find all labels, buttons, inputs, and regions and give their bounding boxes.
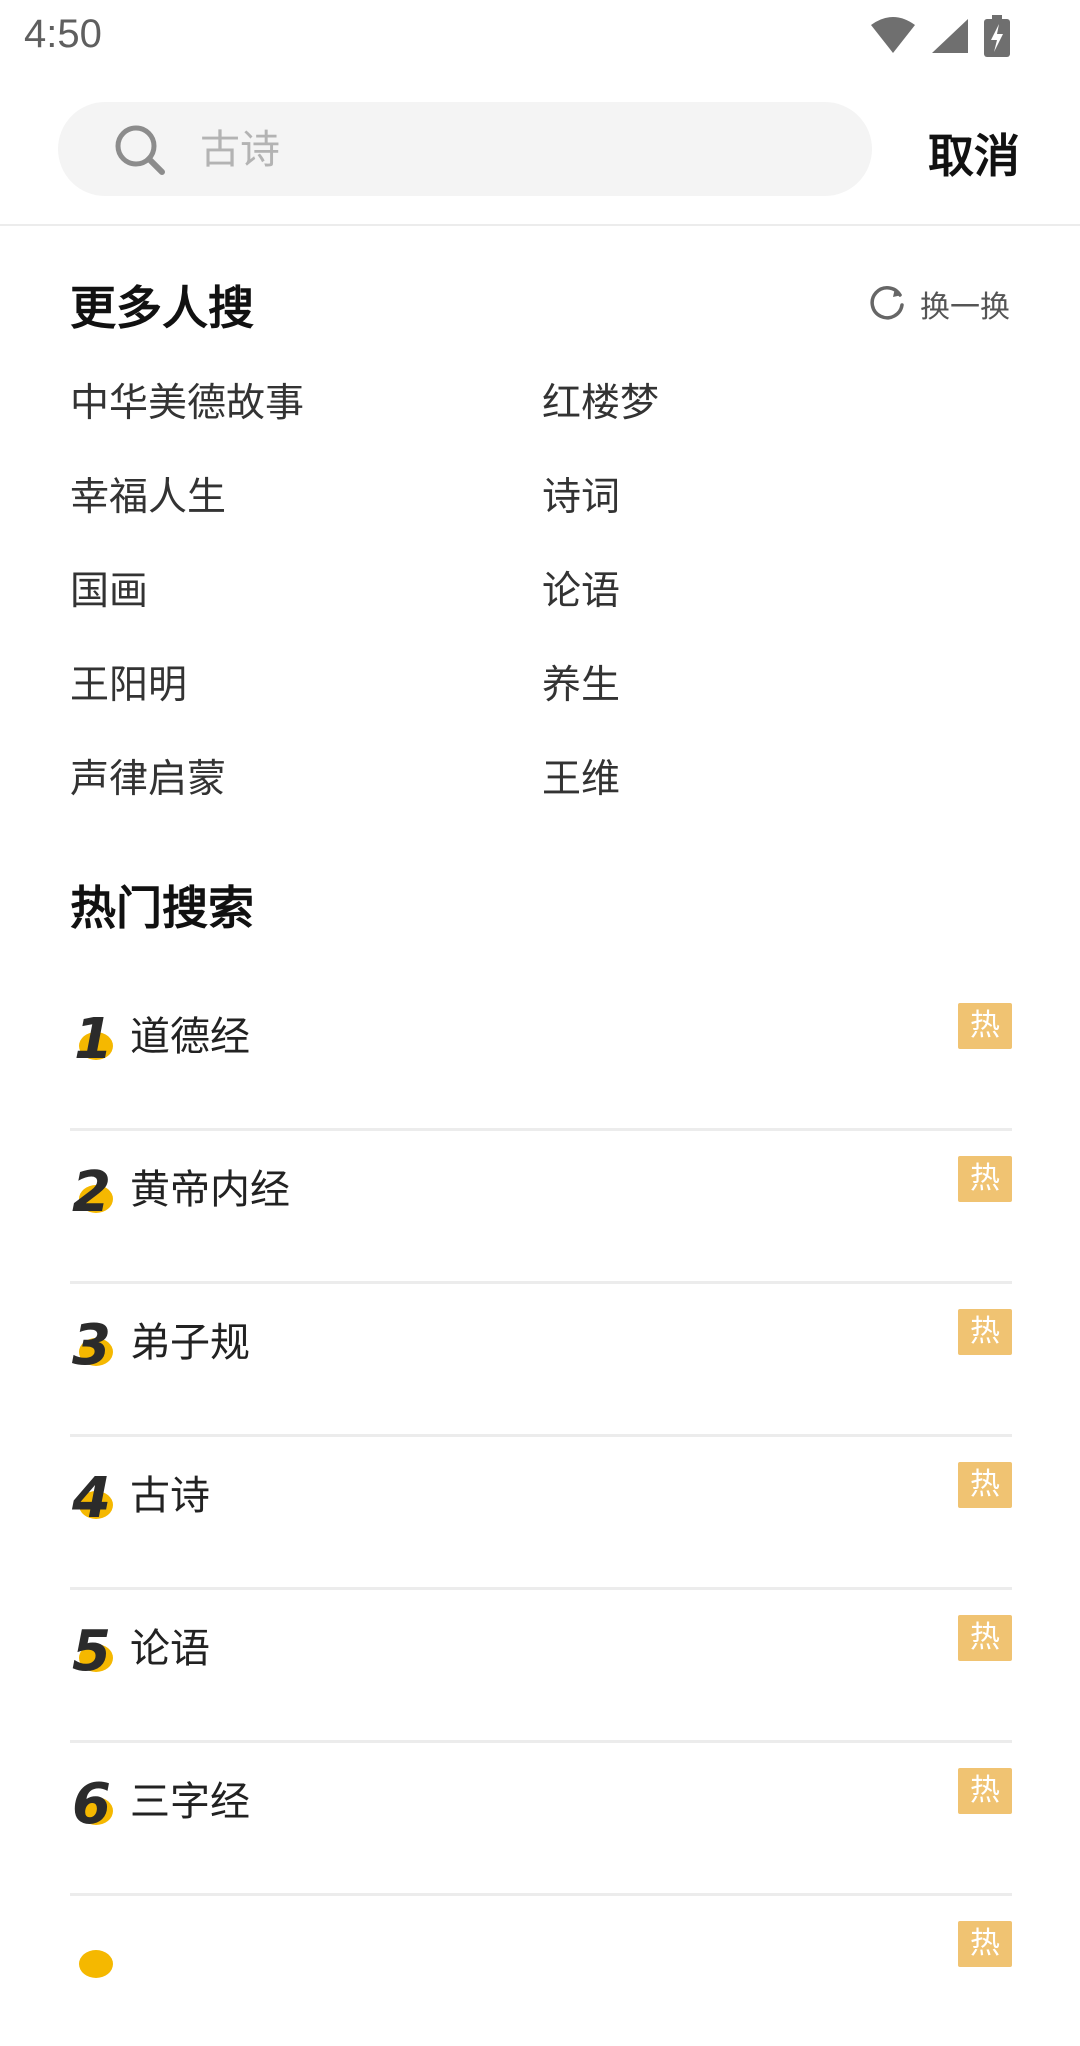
more-searches-title: 更多人搜 bbox=[70, 281, 254, 335]
hot-search-label: 弟子规 bbox=[130, 1320, 250, 1366]
hot-search-row[interactable]: 1 道德经 热 bbox=[70, 978, 1012, 1131]
more-search-item[interactable]: 幸福人生 bbox=[70, 466, 226, 522]
rank-4-icon: 4 bbox=[71, 1467, 113, 1523]
rank-6-icon: 6 bbox=[72, 1773, 113, 1829]
hot-search-row[interactable]: 3 弟子规 热 bbox=[70, 1284, 1012, 1437]
svg-text:5: 5 bbox=[72, 1620, 111, 1676]
status-icons bbox=[870, 14, 1010, 58]
hot-badge: 热 bbox=[958, 1462, 1012, 1508]
svg-text:2: 2 bbox=[72, 1161, 111, 1217]
hot-search-label: 道德经 bbox=[130, 1014, 250, 1060]
refresh-button[interactable]: 换一换 bbox=[868, 282, 1010, 326]
status-time: 4:50 bbox=[24, 12, 102, 56]
svg-text:1: 1 bbox=[74, 1008, 113, 1064]
search-input[interactable] bbox=[198, 102, 822, 198]
hot-search-label: 论语 bbox=[130, 1626, 210, 1672]
refresh-label: 换一换 bbox=[920, 290, 1010, 325]
search-box[interactable] bbox=[58, 102, 872, 198]
hot-badge: 热 bbox=[958, 1003, 1012, 1049]
hot-search-label: 三字经 bbox=[130, 1779, 250, 1825]
more-search-item[interactable]: 王阳明 bbox=[70, 654, 187, 710]
rank-5-icon: 5 bbox=[72, 1620, 113, 1676]
battery-charging-icon bbox=[984, 15, 1010, 57]
svg-text:6: 6 bbox=[72, 1773, 111, 1829]
rank-3-icon: 3 bbox=[72, 1314, 113, 1370]
hot-badge: 热 bbox=[958, 1615, 1012, 1661]
more-search-item[interactable]: 论语 bbox=[542, 560, 620, 616]
hot-search-row[interactable]: 6 三字经 热 bbox=[70, 1743, 1012, 1896]
rank-2-icon: 2 bbox=[72, 1161, 113, 1217]
hot-search-label: 黄帝内经 bbox=[130, 1167, 290, 1213]
hot-search-row[interactable]: 4 古诗 热 bbox=[70, 1437, 1012, 1590]
more-search-item[interactable]: 养生 bbox=[542, 654, 620, 710]
more-search-item[interactable]: 声律启蒙 bbox=[70, 748, 226, 804]
rank-1-icon: 1 bbox=[74, 1008, 113, 1064]
search-header: 取消 bbox=[0, 74, 1080, 226]
hot-search-row[interactable]: 2 黄帝内经 热 bbox=[70, 1131, 1012, 1284]
hot-badge: 热 bbox=[958, 1921, 1012, 1967]
more-search-item[interactable]: 王维 bbox=[542, 748, 620, 804]
more-search-item[interactable]: 诗词 bbox=[542, 466, 620, 522]
wifi-icon bbox=[870, 17, 916, 55]
svg-text:3: 3 bbox=[72, 1314, 111, 1370]
svg-text:4: 4 bbox=[71, 1467, 111, 1523]
hot-search-row[interactable]: 5 论语 热 bbox=[70, 1590, 1012, 1743]
status-bar: 4:50 bbox=[0, 0, 1080, 74]
more-search-item[interactable]: 红楼梦 bbox=[542, 372, 659, 428]
search-icon bbox=[114, 124, 166, 176]
hot-searches-title: 热门搜索 bbox=[70, 881, 254, 935]
hot-badge: 热 bbox=[958, 1156, 1012, 1202]
rank-7-icon bbox=[79, 1950, 113, 1978]
hot-search-label: 古诗 bbox=[130, 1473, 210, 1519]
cell-signal-icon bbox=[930, 17, 970, 55]
hot-search-row-partial[interactable]: 热 bbox=[70, 1896, 1012, 2046]
hot-badge: 热 bbox=[958, 1309, 1012, 1355]
more-search-item[interactable]: 国画 bbox=[70, 560, 148, 616]
cancel-button[interactable]: 取消 bbox=[928, 120, 1020, 186]
refresh-icon bbox=[868, 283, 906, 325]
more-search-item[interactable]: 中华美德故事 bbox=[70, 372, 304, 428]
hot-searches-list: 1 道德经 热 2 黄帝内经 热 3 弟子规 热 4 古诗 热 5 论语 热 6… bbox=[70, 978, 1012, 2046]
hot-badge: 热 bbox=[958, 1768, 1012, 1814]
